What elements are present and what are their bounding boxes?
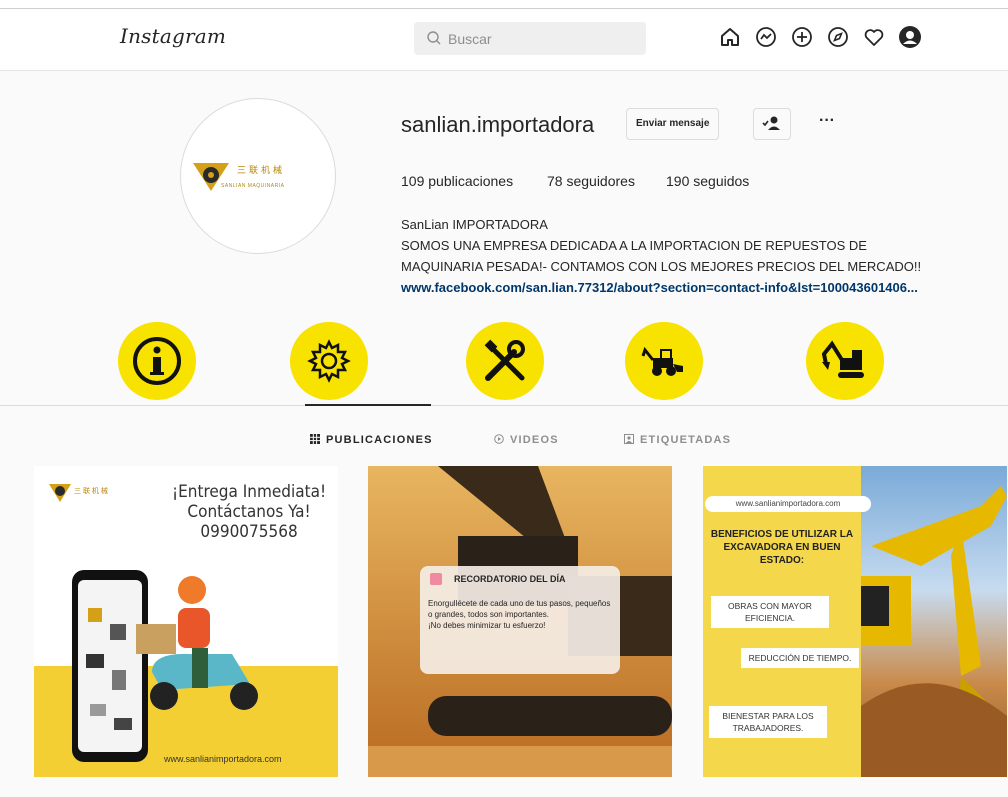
company-emblem-icon: [49, 484, 71, 502]
reminder-body-1: Enorgullécete de cada uno de tus pasos, …: [428, 599, 611, 619]
reminder-card: RECORDATORIO DEL DÍA Enorgullécete de ca…: [420, 566, 620, 674]
bio-link[interactable]: www.facebook.com/san.lian.77312/about?se…: [401, 277, 921, 298]
highlight-excavator[interactable]: [806, 322, 884, 400]
posts-count: 109 publicaciones: [401, 173, 514, 189]
post-logo-text: 三 联 机 械: [74, 488, 108, 495]
messenger-icon[interactable]: [753, 24, 779, 50]
new-post-icon[interactable]: [789, 24, 815, 50]
tab-videos[interactable]: VIDEOS: [494, 434, 559, 446]
tab-publicaciones-label: PUBLICACIONES: [326, 434, 433, 446]
benefit-efficiency: OBRAS CON MAYOR EFICIENCIA.: [711, 596, 829, 628]
activity-icon[interactable]: [861, 24, 887, 50]
cat-excavator-icon: [861, 486, 1007, 777]
grid-icon: [310, 434, 320, 444]
search-icon: [427, 31, 441, 45]
benefits-title: BENEFICIOS DE UTILIZAR LA EXCAVADORA EN …: [710, 529, 854, 566]
bio-line-1: SOMOS UNA EMPRESA DEDICADA A LA IMPORTAC…: [401, 238, 867, 253]
followers-count[interactable]: 78 seguidores: [547, 173, 635, 189]
gear-icon: [307, 339, 351, 383]
tab-videos-label: VIDEOS: [510, 434, 559, 446]
excavator-icon: [821, 340, 864, 378]
window-edge-line: [0, 8, 1008, 9]
benefit-time: REDUCCIÓN DE TIEMPO.: [741, 648, 859, 668]
profile-icon[interactable]: [897, 24, 923, 50]
post-url: www.sanlianimportadora.com: [705, 496, 871, 512]
highlight-tools[interactable]: [466, 322, 544, 400]
bio-line-2: MAQUINARIA PESADA!- CONTAMOS CON LOS MEJ…: [401, 259, 922, 274]
excavator-photo: [861, 466, 1007, 777]
active-tab-indicator: [305, 404, 431, 406]
send-message-button[interactable]: Enviar mensaje: [626, 108, 720, 140]
post-headline-phone: 0990075568: [200, 522, 298, 542]
highlight-settings[interactable]: [290, 322, 368, 400]
home-icon[interactable]: [717, 24, 743, 50]
post-url: www.sanlianimportadora.com: [164, 754, 282, 764]
company-emblem-icon: [193, 163, 229, 191]
profile-bio: SanLian IMPORTADORA SOMOS UNA EMPRESA DE…: [401, 214, 921, 298]
tabs-divider: [0, 405, 1008, 406]
highlight-info[interactable]: [118, 322, 196, 400]
post-reminder[interactable]: RECORDATORIO DEL DÍA Enorgullécete de ca…: [368, 466, 672, 777]
tab-publicaciones[interactable]: PUBLICACIONES: [310, 434, 433, 446]
avatar-logo-text: 三联机械: [237, 166, 286, 176]
top-navigation-bar: Instagram Buscar: [0, 0, 1008, 71]
profile-avatar[interactable]: 三联机械 SANLIAN MAQUINARIA: [180, 98, 336, 254]
delivery-scooter-icon: [136, 576, 258, 710]
follow-button[interactable]: [753, 108, 791, 140]
benefit-workers: BIENESTAR PARA LOS TRABAJADORES.: [709, 706, 827, 738]
reminder-title: RECORDATORIO DEL DÍA: [454, 574, 566, 584]
highlight-backhoe[interactable]: [625, 322, 703, 400]
backhoe-icon: [641, 346, 683, 376]
post-headline-line-2: Contáctanos Ya!: [187, 502, 311, 522]
reminder-body-2: ¡No debes minimizar tu esfuerzo!: [428, 621, 546, 630]
avatar-logo-subtext: SANLIAN MAQUINARIA: [221, 183, 285, 189]
tag-icon: [624, 434, 634, 444]
explore-icon[interactable]: [825, 24, 851, 50]
video-icon: [494, 434, 504, 444]
tools-icon: [484, 339, 525, 381]
post-headline-line-1: ¡Entrega Inmediata!: [172, 482, 327, 502]
tab-etiquetadas[interactable]: ETIQUETADAS: [624, 434, 731, 446]
tab-etiquetadas-label: ETIQUETADAS: [640, 434, 732, 446]
profile-username: sanlian.importadora: [401, 112, 595, 137]
following-count[interactable]: 190 seguidos: [666, 173, 749, 189]
info-icon: [133, 337, 181, 385]
search-input[interactable]: Buscar: [414, 22, 646, 55]
search-placeholder: Buscar: [448, 31, 492, 47]
calendar-icon: [430, 573, 442, 585]
post-headline: ¡Entrega Inmediata! Contáctanos Ya! 0990…: [172, 482, 326, 542]
reminder-body: Enorgullécete de cada uno de tus pasos, …: [428, 598, 616, 631]
instagram-logo[interactable]: Instagram: [120, 24, 226, 48]
more-options-button[interactable]: ···: [815, 108, 839, 138]
post-benefits[interactable]: www.sanlianimportadora.com BENEFICIOS DE…: [703, 466, 1007, 777]
post-delivery[interactable]: 三 联 机 械 ¡Entrega Inmediata! Contáctanos …: [34, 466, 338, 777]
person-check-icon: [762, 116, 780, 130]
bio-name: SanLian IMPORTADORA: [401, 217, 548, 232]
